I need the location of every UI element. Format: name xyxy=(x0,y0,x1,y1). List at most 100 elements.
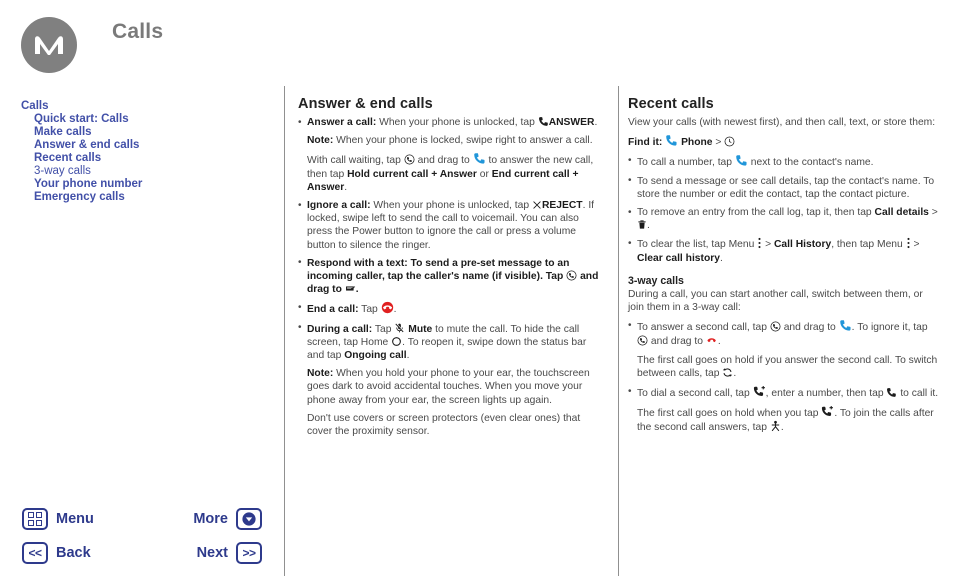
call-waiting-period: . xyxy=(344,181,348,193)
bullet-call-a-number: To call a number, tap next to the contac… xyxy=(628,154,940,169)
menu-button-label: Menu xyxy=(56,511,94,527)
next-button[interactable]: Next >> xyxy=(197,542,262,564)
end-a-call-text: Tap xyxy=(358,304,378,316)
hold-current-call-answer-option: Hold current call + Answer xyxy=(347,168,477,180)
answer-calls-bullet-list: Answer a call: When your phone is unlock… xyxy=(298,115,606,129)
double-chevron-left-icon: << xyxy=(22,542,48,564)
bullet-dial-second-call: To dial a second call, tap , enter a num… xyxy=(628,385,940,400)
during-a-call-label: During a call: xyxy=(307,323,373,335)
mute-action: Mute xyxy=(408,323,433,335)
chevron-down-circle-icon xyxy=(236,508,262,530)
sidebar-item-emergency-calls[interactable]: Emergency calls xyxy=(21,191,271,204)
add-call-icon xyxy=(821,405,834,418)
sidebar-item-your-phone-number[interactable]: Your phone number xyxy=(21,178,271,191)
dial-second-pre: To dial a second call, tap xyxy=(637,388,750,400)
covers-warning-text: Don't use covers or screen protectors (e… xyxy=(307,412,581,438)
page-root: Calls Calls Quick start: Calls Make call… xyxy=(0,0,954,576)
bullet-answer-a-call: Answer a call: When your phone is unlock… xyxy=(298,115,606,129)
answer-circle-icon xyxy=(637,335,648,346)
recent-calls-bullet-list: To call a number, tap next to the contac… xyxy=(628,154,940,264)
next-button-label: Next xyxy=(196,545,228,561)
join-calls-pre: The first call goes on hold when you tap xyxy=(637,408,819,420)
phone-handset-icon xyxy=(886,387,897,398)
bullet-send-message-details: To send a message or see call details, t… xyxy=(628,174,940,201)
answer-end-calls-section: Answer & end calls Answer a call: When y… xyxy=(298,96,606,443)
remove-entry-separator: > xyxy=(931,207,938,219)
answer-a-call-label: Answer a call: xyxy=(307,117,377,128)
section-heading-answer-end-calls: Answer & end calls xyxy=(298,96,433,112)
recent-calls-section: Recent calls View your calls (with newes… xyxy=(628,96,940,440)
ignore-call-bullet-list: Ignore a call: When your phone is unlock… xyxy=(298,199,606,362)
remove-entry-period: . xyxy=(647,220,650,232)
3-way-calls-bullet-list: To answer a second call, tap and drag to… xyxy=(628,319,940,348)
phone-handset-blue-icon xyxy=(735,154,748,167)
message-icon xyxy=(345,283,356,294)
phone-handset-icon xyxy=(538,116,549,127)
grid-menu-icon xyxy=(22,508,48,530)
back-button[interactable]: << Back xyxy=(22,542,91,564)
bullet-during-a-call: During a call: Tap Mute to mute the call… xyxy=(298,321,606,363)
column-divider-right xyxy=(618,86,619,576)
add-call-icon xyxy=(753,385,766,398)
call-number-post: next to the contact's name. xyxy=(750,157,874,169)
bullet-answer-second-call: To answer a second call, tap and drag to… xyxy=(628,319,940,348)
clear-list-period: . xyxy=(719,252,723,264)
note2-text: When you hold your phone to your ear, th… xyxy=(307,368,590,406)
answer-a-call-action: ANSWER xyxy=(548,117,595,128)
ignore-a-call-text: When your phone is unlocked, tap xyxy=(370,200,530,212)
dial-second-end: to call it. xyxy=(900,388,939,400)
first-call-hold-period: . xyxy=(733,367,737,379)
back-button-label: Back xyxy=(56,545,91,561)
answer-circle-icon xyxy=(770,321,781,332)
dial-second-call-bullet-list: To dial a second call, tap , enter a num… xyxy=(628,385,940,400)
column-divider-left xyxy=(284,86,285,576)
subsection-heading-3-way-calls: 3-way calls xyxy=(628,274,684,287)
answer-a-call-period: . xyxy=(594,117,598,128)
call-details-action: Call details xyxy=(874,207,929,219)
double-chevron-right-icon: >> xyxy=(236,542,262,564)
clear-list-sep2: > xyxy=(913,239,920,251)
end-a-call-label: End a call: xyxy=(307,304,359,316)
page-title: Calls xyxy=(112,20,164,43)
end-a-call-period: . xyxy=(393,304,397,316)
reject-action: REJECT xyxy=(541,200,583,212)
nav-row-primary: Menu More xyxy=(0,508,284,538)
trash-delete-icon xyxy=(637,219,647,230)
sidebar-item-recent-calls[interactable]: Recent calls xyxy=(21,152,271,165)
close-x-icon xyxy=(532,200,542,210)
call-waiting-mid: and drag to xyxy=(417,155,470,167)
more-button[interactable]: More xyxy=(193,508,262,530)
clear-list-mid: , then tap Menu xyxy=(831,239,903,251)
sidebar-item-quick-start-calls[interactable]: Quick start: Calls xyxy=(21,113,271,126)
call-history-action: Call History xyxy=(773,239,832,251)
sidebar-item-calls[interactable]: Calls xyxy=(21,100,271,113)
note2-label: Note: xyxy=(307,368,334,380)
sidebar-item-make-calls[interactable]: Make calls xyxy=(21,126,271,139)
answer-circle-icon xyxy=(404,154,415,165)
clear-call-history-action: Clear call history xyxy=(637,252,720,264)
mute-microphone-icon xyxy=(394,322,405,334)
sidebar-item-answer-end-calls[interactable]: Answer & end calls xyxy=(21,139,271,152)
overflow-menu-icon xyxy=(757,237,762,249)
menu-button[interactable]: Menu xyxy=(22,508,94,530)
remove-entry-pre: To remove an entry from the call log, ta… xyxy=(637,207,872,219)
call-waiting-paragraph: With call waiting, tap and drag to to an… xyxy=(307,152,606,194)
answer-second-pre: To answer a second call, tap xyxy=(637,322,767,334)
3-way-calls-intro: During a call, you can start another cal… xyxy=(628,288,923,314)
note-locked-phone: Note: When your phone is locked, swipe r… xyxy=(307,134,606,147)
recent-calls-intro: View your calls (with newest first), and… xyxy=(628,117,936,128)
note-proximity-sensor: Note: When you hold your phone to your e… xyxy=(307,367,606,407)
find-it-separator: > xyxy=(715,137,722,149)
sidebar-item-3-way-calls[interactable]: 3-way calls xyxy=(21,165,271,178)
respond-with-text-label: Respond with a text: To send a pre-set m… xyxy=(307,257,570,283)
bullet-respond-with-text: Respond with a text: To send a pre-set m… xyxy=(298,256,606,297)
end-call-red-icon xyxy=(381,301,394,314)
answer-a-call-text: When your phone is unlocked, tap xyxy=(376,117,535,128)
respond-period: . xyxy=(355,284,359,296)
note1-text: When your phone is locked, swipe right t… xyxy=(333,135,593,147)
dial-second-mid: , enter a number, then tap xyxy=(765,388,884,400)
phone-handset-blue-icon xyxy=(839,319,852,332)
end-call-red-small-icon xyxy=(706,334,718,346)
find-it-path: Find it: Phone > xyxy=(628,134,940,149)
sidebar-toc: Calls Quick start: Calls Make calls Answ… xyxy=(21,100,271,204)
